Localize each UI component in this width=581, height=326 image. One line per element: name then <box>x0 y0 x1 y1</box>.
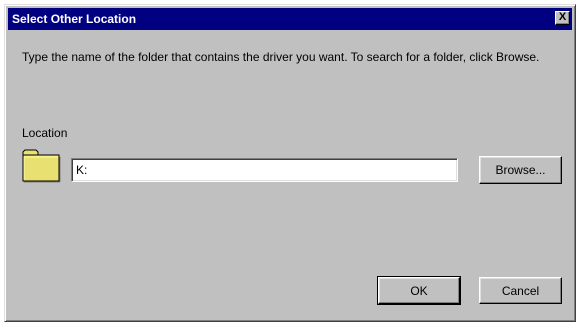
select-other-location-dialog: Select Other Location X Type the name of… <box>4 4 576 322</box>
window-title: Select Other Location <box>12 12 137 26</box>
cancel-button[interactable]: Cancel <box>479 277 562 304</box>
ok-button[interactable]: OK <box>377 276 461 305</box>
instructions-text: Type the name of the folder that contain… <box>22 50 540 64</box>
close-button[interactable]: X <box>555 11 570 25</box>
location-label: Location <box>22 126 67 140</box>
close-icon: X <box>558 11 567 23</box>
folder-icon <box>22 149 62 183</box>
location-input[interactable] <box>71 158 458 182</box>
browse-button[interactable]: Browse... <box>479 156 562 184</box>
title-bar[interactable]: Select Other Location X <box>8 8 572 30</box>
location-label-text: Location <box>22 126 68 140</box>
